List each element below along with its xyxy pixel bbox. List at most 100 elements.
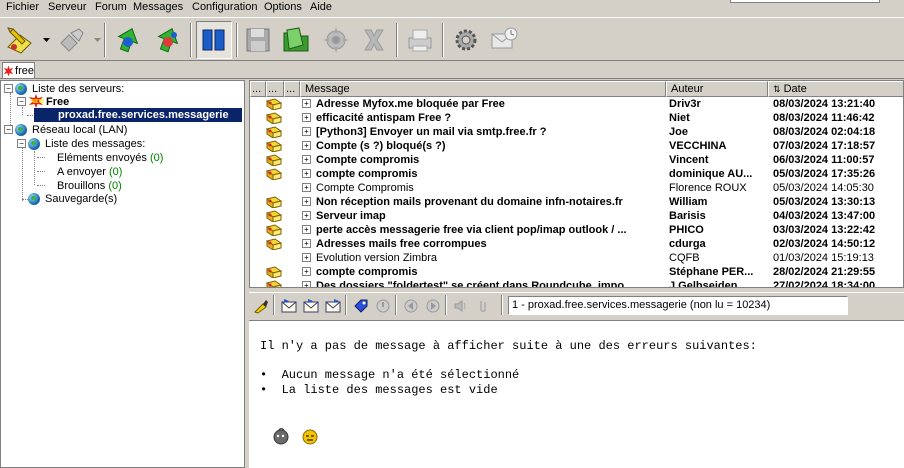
collapse-toggle[interactable]: − (17, 139, 26, 148)
collapse-toggle[interactable]: − (4, 84, 13, 93)
flag-button[interactable] (351, 297, 371, 315)
tree-drafts[interactable]: Brouillons (0) (57, 179, 122, 193)
message-author: J.Gelbseiden (669, 280, 738, 288)
col-header-date[interactable]: ⇅ Date (768, 81, 903, 97)
message-row[interactable]: + perte accès messagerie free via client … (250, 223, 903, 237)
message-date: 04/03/2024 13:47:00 (773, 210, 876, 222)
settings-button[interactable] (448, 21, 484, 59)
collapse-toggle[interactable]: − (4, 125, 13, 134)
message-author: CQFB (669, 252, 700, 264)
smiley-icon (302, 429, 318, 445)
tree-server-list[interactable]: Liste des serveurs: (32, 82, 124, 96)
tree-connector (10, 93, 11, 129)
highlighter-icon (254, 300, 268, 314)
new-message-button[interactable] (2, 21, 38, 59)
schedule-mail-button[interactable] (486, 21, 522, 59)
printer-icon (408, 29, 432, 52)
message-row[interactable]: + Compte compromis Vincent 06/03/2024 11:00… (250, 153, 903, 167)
message-row[interactable]: + Des dossiers "foldertest" se créent dan… (250, 279, 903, 288)
list-header: ... ... ... Message Auteur ⇅ Date (250, 81, 903, 97)
print-button[interactable] (402, 21, 438, 59)
expand-thread-toggle[interactable]: + (302, 267, 311, 276)
expand-thread-toggle[interactable]: + (302, 183, 311, 192)
tree-connector (37, 171, 45, 172)
message-row[interactable]: + Serveur imap Barisis 04/03/2024 13:47:00 (250, 209, 903, 223)
unread-mail-icon (266, 168, 282, 180)
col-header-3[interactable]: ... (284, 81, 300, 97)
expand-thread-toggle[interactable]: + (302, 127, 311, 136)
message-row[interactable]: + compte compromis dominique AU... 05/03/20… (250, 167, 903, 181)
message-row[interactable]: + Evolution version Zimbra CQFB 01/03/2024 … (250, 251, 903, 265)
server-tree[interactable]: − Liste des serveurs: − NEW Free proxad.… (0, 80, 245, 468)
layout-toggle-button[interactable] (196, 21, 232, 59)
process-button[interactable] (318, 21, 354, 59)
reply-all-button[interactable] (301, 297, 321, 315)
save-button[interactable] (240, 21, 276, 59)
sync-all-button[interactable] (150, 21, 186, 59)
menu-aide[interactable]: Aide (310, 1, 332, 13)
sound-button[interactable] (451, 297, 471, 315)
col-header-message[interactable]: Message (300, 81, 666, 97)
tree-free[interactable]: Free (46, 95, 69, 109)
message-row[interactable]: + Compte Compromis Florence ROUX 05/03/2024… (250, 181, 903, 195)
col-header-author[interactable]: Auteur (666, 81, 768, 97)
col-header-1[interactable]: ... (250, 81, 266, 97)
account-tab-free[interactable]: free (2, 62, 35, 78)
menu-messages[interactable]: Messages (133, 1, 183, 13)
col-header-2[interactable]: ... (266, 81, 284, 97)
expand-thread-toggle[interactable]: + (302, 197, 311, 206)
menu-right-box (730, 0, 880, 3)
message-list[interactable]: ... ... ... Message Auteur ⇅ Date + Adres… (249, 80, 904, 288)
new-dropdown-arrow[interactable] (43, 38, 50, 42)
reply-button[interactable] (279, 297, 299, 315)
toolbar-separator (190, 23, 192, 57)
attachment-button[interactable] (473, 297, 493, 315)
gear-icon (455, 29, 477, 51)
preview-pane[interactable]: Il n'y a pas de message à afficher suite… (249, 320, 904, 468)
expand-thread-toggle[interactable]: + (302, 211, 311, 220)
expand-thread-toggle[interactable]: + (302, 225, 311, 234)
forward-button[interactable] (323, 297, 343, 315)
tree-outbox[interactable]: A envoyer (0) (57, 165, 122, 179)
expand-thread-toggle[interactable]: + (302, 253, 311, 262)
tree-backup[interactable]: Sauvegarde(s) (45, 192, 117, 206)
expand-thread-toggle[interactable]: + (302, 141, 311, 150)
delete-button[interactable] (356, 21, 392, 59)
message-row[interactable]: + efficacité antispam Free ? Niet 08/03/202… (250, 111, 903, 125)
message-row[interactable]: + [Python3] Envoyer un mail via smtp.free… (250, 125, 903, 139)
menu-serveur[interactable]: Serveur (48, 1, 87, 13)
mark-button[interactable] (251, 297, 271, 315)
tree-sent[interactable]: Eléments envoyés (0) (57, 151, 163, 165)
message-row[interactable]: + Compte (s ?) bloqué(s ?) VECCHINA 07/03/2… (250, 139, 903, 153)
message-row[interactable]: + Adresses mails free corrompues cdurga 02/… (250, 237, 903, 251)
message-row[interactable]: + compte compromis Stéphane PER... 28/02/20… (250, 265, 903, 279)
tree-mailbox-selected[interactable]: proxad.free.services.messagerie (34, 108, 242, 122)
connect-button[interactable] (54, 21, 90, 59)
expand-thread-toggle[interactable]: + (302, 113, 311, 122)
expand-thread-toggle[interactable]: + (302, 99, 311, 108)
message-date: 05/03/2024 14:05:30 (773, 182, 874, 194)
menu-fichier[interactable]: Fichier (6, 1, 39, 13)
menu-forum[interactable]: Forum (95, 1, 127, 13)
expand-thread-toggle[interactable]: + (302, 155, 311, 164)
previous-button[interactable] (401, 297, 421, 315)
message-row[interactable]: + Non réception mails provenant du domain… (250, 195, 903, 209)
expand-thread-toggle[interactable]: + (302, 239, 311, 248)
message-author: VECCHINA (669, 140, 727, 152)
menu-configuration[interactable]: Configuration (192, 1, 257, 13)
message-subject: Serveur imap (316, 210, 386, 222)
tree-lan[interactable]: Réseau local (LAN) (32, 123, 127, 137)
folder-button[interactable] (278, 21, 314, 59)
stop-button[interactable] (373, 297, 393, 315)
collapse-toggle[interactable]: − (17, 97, 26, 106)
connect-dropdown-arrow[interactable] (94, 38, 101, 42)
unread-mail-icon (266, 224, 282, 236)
tree-connector (34, 151, 35, 185)
next-button[interactable] (423, 297, 443, 315)
message-row[interactable]: + Adresse Myfox.me bloquée par Free Driv3r… (250, 97, 903, 111)
expand-thread-toggle[interactable]: + (302, 281, 311, 287)
menu-options[interactable]: Options (264, 1, 302, 13)
tree-message-list[interactable]: Liste des messages: (45, 137, 145, 151)
expand-thread-toggle[interactable]: + (302, 169, 311, 178)
sync-button[interactable] (110, 21, 146, 59)
